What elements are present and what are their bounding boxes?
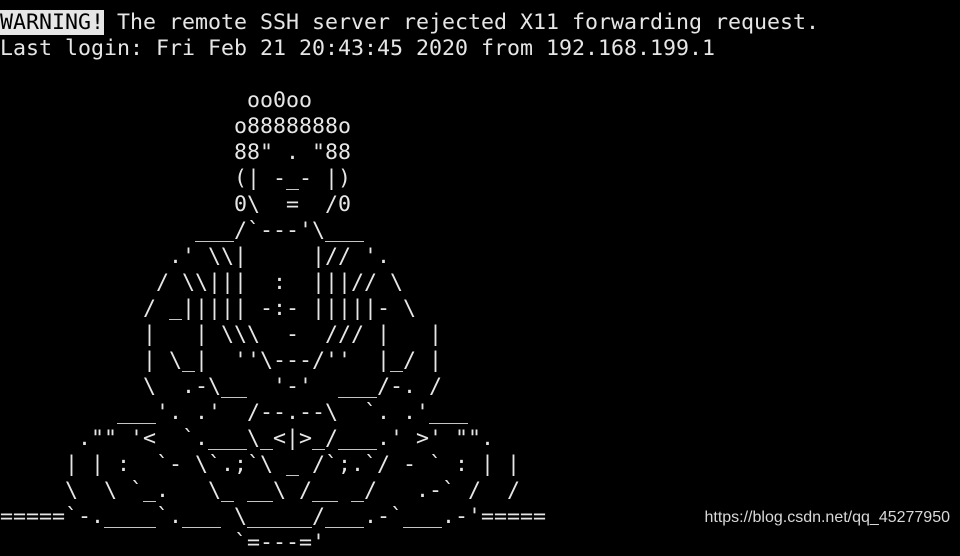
warning-message: The remote SSH server rejected X11 forwa… [104, 10, 820, 35]
banner-line: 0\ = /0 [0, 192, 352, 217]
banner-line: \ \ `_. \_ __\ /__ _/ .-` / / [0, 478, 521, 503]
banner-line: | \_| ''\---/'' |_/ | [0, 348, 443, 373]
warning-tag: WARNING! [0, 10, 105, 35]
banner-line: `=---=' [0, 530, 326, 555]
terminal-window[interactable]: WARNING! The remote SSH server rejected … [0, 0, 960, 555]
last-login-line: Last login: Fri Feb 21 20:43:45 2020 fro… [0, 36, 716, 61]
banner-line: ___'. .' /--.--\ `. .'___ [0, 400, 469, 425]
banner-line: .' \\| |// '. [0, 244, 391, 269]
banner-line: \ .-\__ '-' ___/-. / [0, 374, 443, 399]
watermark: https://blog.csdn.net/qq_45277950 [704, 509, 950, 526]
banner-line: o8888888o [0, 114, 352, 139]
banner-line: / _||||| -:- |||||- \ [0, 296, 417, 321]
banner-line: | | : `- \`.;`\ _ /`;.`/ - ` : | | [0, 452, 521, 477]
warning-line: WARNING! The remote SSH server rejected … [0, 10, 819, 36]
banner-line: | | \\\ - /// | | [0, 322, 443, 347]
banner-line: / \\||| : |||// \ [0, 270, 404, 295]
banner-line: ___/`---'\___ [0, 218, 365, 243]
banner-line: oo0oo [0, 88, 313, 113]
banner-line: ."" '< `.___\_<|>_/___.' >' "". [0, 426, 495, 451]
banner-line: (| -_- |) [0, 166, 352, 191]
banner-line: =====`-.____`.___ \_____/___.-`___.-'===… [0, 504, 547, 529]
banner-line: 88" . "88 [0, 140, 352, 165]
